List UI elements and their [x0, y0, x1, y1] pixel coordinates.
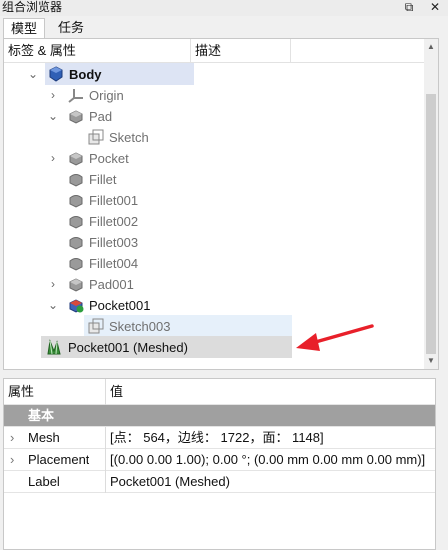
tree-item-label: Fillet003: [89, 235, 139, 250]
column-description[interactable]: 描述: [195, 39, 221, 63]
tree-item-label: Origin: [89, 88, 124, 103]
tree-item-fillet001[interactable]: Fillet001: [4, 190, 294, 211]
body-icon: [49, 66, 63, 82]
tab-tasks[interactable]: 任务: [50, 18, 92, 38]
tree-item-label: Fillet002: [89, 214, 139, 229]
pad-icon: [69, 278, 83, 292]
pocket-tip-icon: [69, 299, 84, 313]
close-icon[interactable]: ✕: [428, 0, 442, 15]
tree-item-origin[interactable]: › Origin: [4, 85, 294, 106]
fillet-icon: [69, 174, 83, 187]
tree-item-pocket[interactable]: › Pocket: [4, 148, 294, 169]
sketch-icon: [88, 129, 104, 145]
annotation-arrow-icon: [296, 324, 374, 351]
tree-scrollbar[interactable]: ▲ ▼: [424, 39, 438, 369]
property-group-basic[interactable]: 基本: [4, 405, 435, 427]
tree-item-label: Sketch: [109, 130, 149, 145]
chevron-right-icon[interactable]: ›: [47, 148, 59, 169]
dock-title-bar: 组合浏览器 ⧉ ✕: [0, 0, 448, 16]
fillet-icon: [69, 216, 83, 229]
fillet-icon: [69, 237, 83, 250]
origin-icon: [68, 89, 83, 103]
tree-item-label: Body: [69, 67, 102, 82]
chevron-right-icon[interactable]: ›: [47, 85, 59, 106]
chevron-down-icon[interactable]: ⌄: [27, 64, 39, 85]
property-name: Mesh: [28, 430, 60, 445]
property-value[interactable]: Pocket001 (Meshed): [110, 471, 435, 493]
property-name: Label: [28, 474, 60, 489]
property-row-placement[interactable]: › Placement [(0.00 0.00 1.00); 0.00 °; (…: [4, 449, 435, 471]
tree-item-sketch003[interactable]: Sketch003: [4, 316, 294, 337]
tree-item-body[interactable]: ⌄ Body: [4, 64, 294, 85]
fillet-icon: [69, 195, 83, 208]
property-name: Placement: [28, 452, 90, 467]
tab-model[interactable]: 模型: [3, 18, 45, 38]
model-tree[interactable]: 标签 & 属性 描述 ⌄ Body › Origin ⌄ Pad Sketch …: [3, 38, 439, 370]
sketch-icon: [88, 318, 104, 334]
tree-item-label: Fillet001: [89, 193, 139, 208]
mesh-icon: [47, 339, 61, 355]
tree-item-label: Pocket001: [89, 298, 151, 313]
pad-icon: [69, 110, 83, 124]
property-view[interactable]: 属性 值 基本 › Mesh [点： 564，边线： 1722，面： 1148]…: [3, 378, 436, 550]
tree-item-pad[interactable]: ⌄ Pad: [4, 106, 294, 127]
property-row-mesh[interactable]: › Mesh [点： 564，边线： 1722，面： 1148]: [4, 427, 435, 449]
tree-item-pocket001-meshed[interactable]: Pocket001 (Meshed): [4, 337, 294, 358]
tree-item-fillet002[interactable]: Fillet002: [4, 211, 294, 232]
tab-bar: 模型 任务: [0, 16, 448, 38]
column-value[interactable]: 值: [110, 379, 123, 405]
chevron-down-icon[interactable]: ⌄: [47, 106, 59, 127]
float-window-icon[interactable]: ⧉: [402, 0, 416, 15]
tree-item-sketch[interactable]: Sketch: [4, 127, 294, 148]
pocket-icon: [69, 152, 83, 166]
property-value[interactable]: [(0.00 0.00 1.00); 0.00 °; (0.00 mm 0.00…: [110, 449, 435, 471]
window-title: 组合浏览器: [2, 0, 63, 14]
tree-item-label: Pad: [89, 109, 113, 124]
property-value[interactable]: [点： 564，边线： 1722，面： 1148]: [110, 427, 435, 449]
tree-item-fillet[interactable]: Fillet: [4, 169, 294, 190]
tree-item-label: Fillet: [89, 172, 117, 187]
tree-header: 标签 & 属性 描述: [4, 39, 426, 63]
fillet-icon: [69, 258, 83, 271]
tree-item-label: Pad001: [89, 277, 134, 292]
tree-item-label: Sketch003: [109, 319, 171, 334]
chevron-right-icon[interactable]: ›: [10, 449, 14, 471]
column-property[interactable]: 属性: [8, 379, 34, 405]
tree-item-fillet003[interactable]: Fillet003: [4, 232, 294, 253]
property-row-label[interactable]: Label Pocket001 (Meshed): [4, 471, 435, 493]
property-header: 属性 值: [4, 379, 435, 405]
group-label: 基本: [28, 408, 55, 423]
scroll-down-icon[interactable]: ▼: [424, 353, 438, 369]
column-labels[interactable]: 标签 & 属性: [8, 39, 76, 63]
chevron-right-icon[interactable]: ›: [47, 274, 59, 295]
tree-item-fillet004[interactable]: Fillet004: [4, 253, 294, 274]
scrollbar-thumb[interactable]: [426, 94, 436, 354]
tree-item-pocket001[interactable]: ⌄ Pocket001: [4, 295, 294, 316]
scroll-up-icon[interactable]: ▲: [424, 39, 438, 55]
tree-item-label: Fillet004: [89, 256, 139, 271]
chevron-down-icon[interactable]: ⌄: [47, 295, 59, 316]
tree-item-label: Pocket001 (Meshed): [68, 340, 188, 355]
tree-item-pad001[interactable]: › Pad001: [4, 274, 294, 295]
tree-item-label: Pocket: [89, 151, 129, 166]
chevron-right-icon[interactable]: ›: [10, 427, 14, 449]
